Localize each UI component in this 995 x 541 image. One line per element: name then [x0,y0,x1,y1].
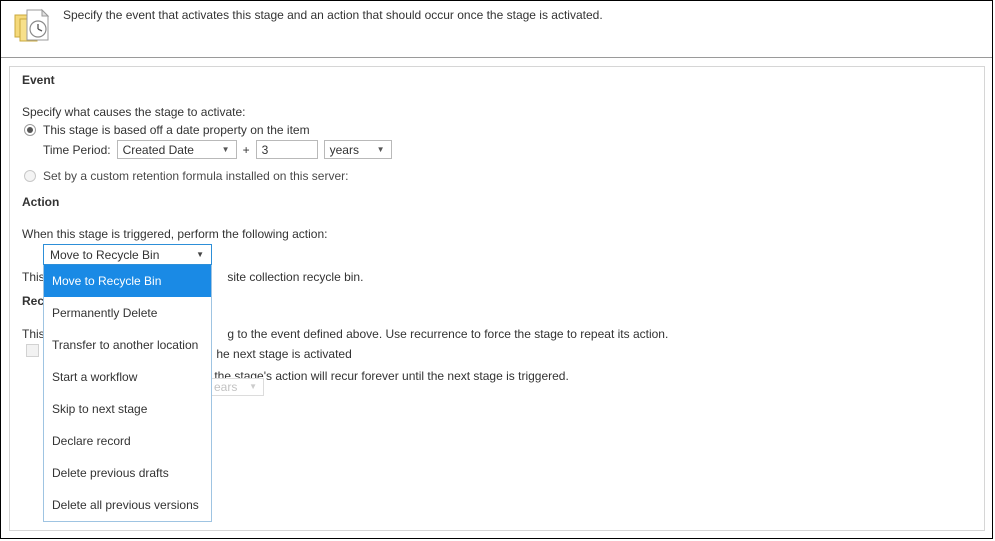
dropdown-option[interactable]: Permanently Delete [44,297,211,329]
time-amount-value: 3 [261,142,269,157]
chevron-down-icon: ▼ [196,249,204,259]
recurrence-checkbox[interactable] [26,344,39,357]
radio-date-property-label: This stage is based off a date property … [43,123,310,137]
recurrence-option-until-next-stage-label: he next stage is activated [216,347,352,361]
date-property-select[interactable]: Created Date ▼ [116,140,237,159]
time-unit-select[interactable]: years ▼ [323,140,392,159]
event-section-heading: Event [22,73,55,87]
chevron-down-icon: ▼ [249,382,257,391]
dropdown-option[interactable]: Declare record [44,425,211,457]
action-description-prefix: This [22,270,45,284]
dropdown-option[interactable]: Delete previous drafts [44,457,211,489]
action-description-suffix: site collection recycle bin. [227,270,364,284]
dropdown-option[interactable]: Move to Recycle Bin [44,265,211,297]
radio-custom-formula-label: Set by a custom retention formula instal… [43,169,349,183]
plus-sign: + [242,142,250,157]
settings-panel: Event Specify what causes the stage to a… [9,66,985,531]
chevron-down-icon: ▼ [376,144,385,154]
time-period-label: Time Period: [43,142,111,157]
dialog-header: Specify the event that activates this st… [1,1,992,58]
dropdown-option[interactable]: Delete all previous versions [44,489,211,521]
action-prompt-text: When this stage is triggered, perform th… [22,227,328,241]
time-unit-select-value: years [329,142,359,157]
recurrence-description-prefix: This [22,327,45,341]
action-select-value: Move to Recycle Bin [50,247,160,262]
radio-custom-formula[interactable] [24,170,36,182]
chevron-down-icon: ▼ [221,144,230,154]
recurrence-option-recur-forever-label: the stage's action will recur forever un… [214,369,569,383]
recurrence-unit-select[interactable]: ears ▼ [208,378,264,396]
recurrence-unit-select-value: ears [214,380,238,394]
radio-date-property[interactable] [24,124,36,136]
time-period-row: Time Period: Created Date ▼ + 3 years ▼ [43,140,392,159]
documents-clock-icon [14,7,54,45]
dropdown-option[interactable]: Start a workflow [44,361,211,393]
action-select[interactable]: Move to Recycle Bin ▼ [43,244,212,265]
radio-date-property-row[interactable]: This stage is based off a date property … [24,123,310,137]
dropdown-option[interactable]: Transfer to another location [44,329,211,361]
date-property-select-value: Created Date [122,142,194,157]
action-dropdown-list[interactable]: Move to Recycle Bin Permanently Delete T… [43,265,212,522]
event-prompt-text: Specify what causes the stage to activat… [22,105,246,119]
dialog-description: Specify the event that activates this st… [63,8,603,22]
dialog-window: Specify the event that activates this st… [0,0,993,539]
radio-custom-formula-row[interactable]: Set by a custom retention formula instal… [24,169,348,183]
time-amount-input[interactable]: 3 [255,140,318,159]
dropdown-option[interactable]: Skip to next stage [44,393,211,425]
action-section-heading: Action [22,195,60,209]
recurrence-description-suffix: g to the event defined above. Use recurr… [227,327,669,341]
